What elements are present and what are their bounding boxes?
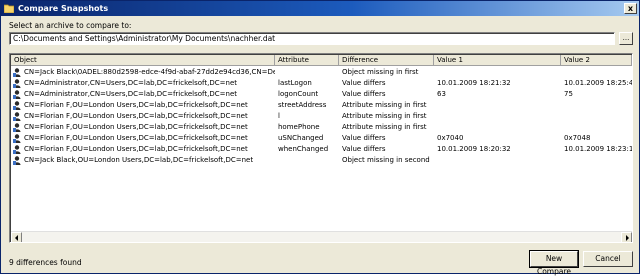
cell-value2: 75 (564, 90, 573, 98)
cell-value1: 10.01.2009 18:20:32 (437, 145, 511, 153)
new-compare-button[interactable]: New Compare (529, 250, 579, 276)
cell-difference: Object missing in first (342, 68, 419, 76)
cell-object: CN=Administrator,CN=Users,DC=lab,DC=fric… (11, 78, 275, 89)
cell-attribute: homePhone (278, 123, 320, 131)
cell-difference: Value differs (342, 145, 386, 153)
cell-object: CN=Florian F,OU=London Users,DC=lab,DC=f… (11, 133, 275, 144)
cell-attribute: streetAddress (278, 101, 327, 109)
arrow-right-icon (626, 235, 629, 241)
column-header-object[interactable]: Object (11, 55, 275, 66)
object-dn-text: CN=Florian F,OU=London Users,DC=lab,DC=f… (24, 134, 248, 142)
table-row[interactable]: CN=Administrator,CN=Users,DC=lab,DC=fric… (11, 89, 632, 100)
status-text: 9 differences found (9, 258, 82, 267)
cell-value2 (561, 111, 632, 122)
cell-value1 (434, 67, 561, 78)
cell-value1 (434, 122, 561, 133)
folder-icon (4, 4, 14, 13)
cell-attribute: l (278, 112, 280, 120)
cell-object: CN=Administrator,CN=Users,DC=lab,DC=fric… (11, 89, 275, 100)
cell-value2 (561, 155, 632, 166)
cell-attribute: whenChanged (278, 145, 329, 153)
object-dn-text: CN=Florian F,OU=London Users,DC=lab,DC=f… (24, 123, 248, 131)
cell-difference: Value differs (342, 79, 386, 87)
table-row[interactable]: CN=Florian F,OU=London Users,DC=lab,DC=f… (11, 133, 632, 144)
table-row[interactable]: CN=Florian F,OU=London Users,DC=lab,DC=f… (11, 100, 632, 111)
cell-value2 (561, 67, 632, 78)
table-row[interactable]: CN=Florian F,OU=London Users,DC=lab,DC=f… (11, 122, 632, 133)
archive-prompt-label: Select an archive to compare to: (9, 21, 132, 30)
compare-snapshots-window: Compare Snapshots x Select an archive to… (0, 0, 640, 276)
cancel-button[interactable]: Cancel (583, 251, 633, 267)
horizontal-scrollbar[interactable] (11, 231, 632, 242)
cell-value2: 0x7048 (564, 134, 591, 142)
scroll-left-button[interactable] (11, 232, 22, 242)
user-icon (13, 156, 21, 165)
object-dn-text: CN=Florian F,OU=London Users,DC=lab,DC=f… (24, 112, 248, 120)
column-header-value2[interactable]: Value 2 (561, 55, 632, 66)
column-header-attribute[interactable]: Attribute (275, 55, 339, 66)
cell-difference: Attribute missing in first (342, 101, 427, 109)
differences-list[interactable]: Object Attribute Difference Value 1 Valu… (9, 53, 633, 243)
cell-value1: 0x7040 (437, 134, 464, 142)
close-button[interactable]: x (624, 3, 637, 14)
cell-object: CN=Jack Black\0ADEL:880d2598-edce-4f9d-a… (11, 67, 275, 78)
user-icon (13, 101, 21, 110)
cell-value2: 10.01.2009 18:25:42 (564, 79, 632, 87)
browse-button[interactable]: ... (619, 32, 633, 45)
table-row[interactable]: CN=Florian F,OU=London Users,DC=lab,DC=f… (11, 144, 632, 155)
column-header-value1[interactable]: Value 1 (434, 55, 561, 66)
title-bar[interactable]: Compare Snapshots x (1, 1, 639, 16)
cell-attribute: uSNChanged (278, 134, 324, 142)
cell-object: CN=Florian F,OU=London Users,DC=lab,DC=f… (11, 144, 275, 155)
object-dn-text: CN=Florian F,OU=London Users,DC=lab,DC=f… (24, 101, 248, 109)
user-icon (13, 134, 21, 143)
cell-difference: Object missing in second (342, 156, 430, 164)
cell-value1: 10.01.2009 18:21:32 (437, 79, 511, 87)
column-header-difference[interactable]: Difference (339, 55, 434, 66)
table-row[interactable]: CN=Florian F,OU=London Users,DC=lab,DC=f… (11, 111, 632, 122)
object-dn-text: CN=Administrator,CN=Users,DC=lab,DC=fric… (24, 79, 238, 87)
cell-object: CN=Jack Black,OU=London Users,DC=lab,DC=… (11, 155, 275, 166)
table-row[interactable]: CN=Jack Black\0ADEL:880d2598-edce-4f9d-a… (11, 67, 632, 78)
cell-value1 (434, 100, 561, 111)
user-icon (13, 90, 21, 99)
cell-difference: Value differs (342, 90, 386, 98)
cell-value1 (434, 111, 561, 122)
list-rows: CN=Jack Black\0ADEL:880d2598-edce-4f9d-a… (11, 67, 632, 166)
cell-value1: 63 (437, 90, 446, 98)
object-dn-text: CN=Florian F,OU=London Users,DC=lab,DC=f… (24, 145, 248, 153)
table-row[interactable]: CN=Jack Black,OU=London Users,DC=lab,DC=… (11, 155, 632, 166)
user-icon (13, 68, 21, 77)
user-icon (13, 145, 21, 154)
object-dn-text: CN=Jack Black\0ADEL:880d2598-edce-4f9d-a… (24, 68, 275, 76)
user-icon (13, 123, 21, 132)
cell-object: CN=Florian F,OU=London Users,DC=lab,DC=f… (11, 100, 275, 111)
cell-difference: Value differs (342, 134, 386, 142)
user-icon (13, 79, 21, 88)
cell-attribute: logonCount (278, 90, 319, 98)
cell-value2: 10.01.2009 18:23:12 (564, 145, 632, 153)
object-dn-text: CN=Administrator,CN=Users,DC=lab,DC=fric… (24, 90, 238, 98)
cell-value1 (434, 155, 561, 166)
cell-value2 (561, 122, 632, 133)
cell-object: CN=Florian F,OU=London Users,DC=lab,DC=f… (11, 122, 275, 133)
arrow-left-icon (15, 235, 18, 241)
cell-object: CN=Florian F,OU=London Users,DC=lab,DC=f… (11, 111, 275, 122)
list-header: Object Attribute Difference Value 1 Valu… (11, 55, 632, 66)
cell-difference: Attribute missing in first (342, 123, 427, 131)
scroll-right-button[interactable] (621, 232, 632, 242)
cell-attribute: lastLogon (278, 79, 312, 87)
object-dn-text: CN=Jack Black,OU=London Users,DC=lab,DC=… (24, 156, 254, 164)
window-title: Compare Snapshots (18, 4, 109, 13)
table-row[interactable]: CN=Administrator,CN=Users,DC=lab,DC=fric… (11, 78, 632, 89)
cell-attribute (275, 155, 339, 166)
cell-value2 (561, 100, 632, 111)
cell-attribute (275, 67, 339, 78)
cell-difference: Attribute missing in first (342, 112, 427, 120)
user-icon (13, 112, 21, 121)
archive-path-input[interactable]: C:\Documents and Settings\Administrator\… (9, 32, 615, 45)
